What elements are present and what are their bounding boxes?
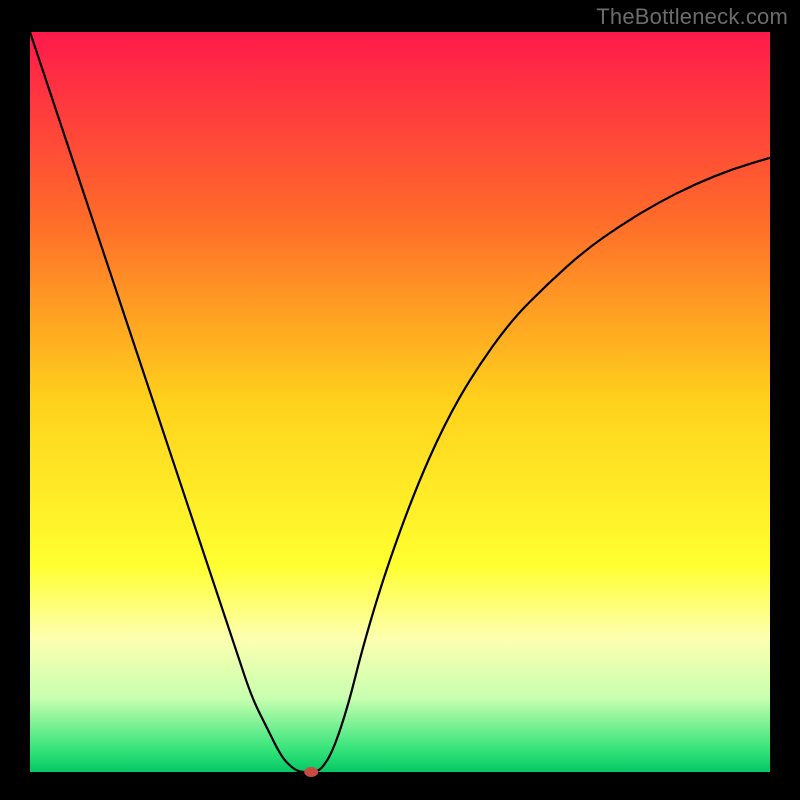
chart-frame: TheBottleneck.com xyxy=(0,0,800,800)
plot-background xyxy=(30,32,770,772)
watermark-label: TheBottleneck.com xyxy=(596,4,788,30)
optimal-marker xyxy=(304,767,318,777)
bottleneck-chart xyxy=(0,0,800,800)
